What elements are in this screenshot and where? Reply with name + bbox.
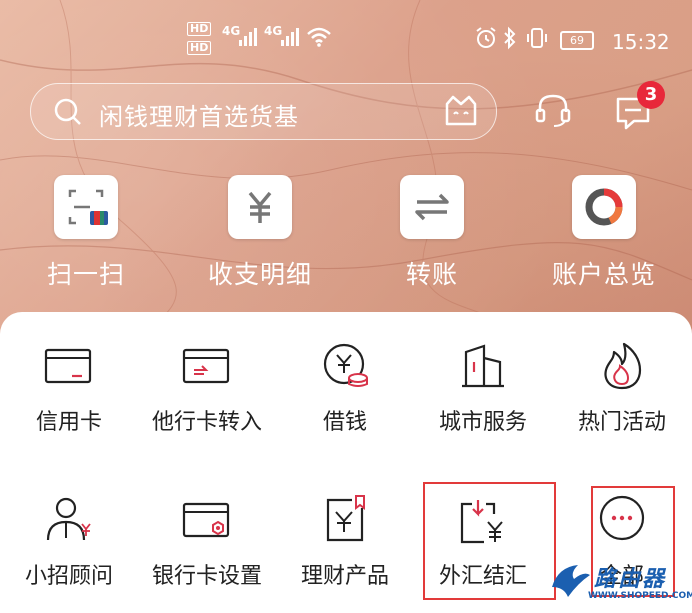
search-bar[interactable]: 闲钱理财首选货基 [30,83,497,140]
scan-label: 扫一扫 [46,260,125,289]
status-bar: HD HD 4G 4G 69 15:32 [0,22,692,62]
customer-service-icon[interactable] [534,92,572,128]
bluetooth-icon [504,26,516,50]
income-expense-button[interactable] [228,175,292,239]
clock: 15:32 [612,30,670,54]
search-placeholder: 闲钱理财首选货基 [99,103,299,131]
account-overview-label: 账户总览 [551,260,656,289]
advisor-icon [46,497,91,541]
grid-label: 银行卡设置 [151,564,262,589]
grid-item-card-settings[interactable]: 银行卡设置 [138,484,276,594]
message-badge: 3 [637,81,665,109]
ring-chart-icon [585,188,623,226]
grid-item-wealth-products[interactable]: 理财产品 [276,484,414,594]
eagle-logo-icon [552,565,590,597]
grid-label: 他行卡转入 [151,410,262,435]
hd-indicator: HD [187,22,212,36]
alarm-icon [476,27,496,48]
wifi-icon [307,27,331,47]
search-icon [54,98,81,125]
card-settings-icon [182,502,230,538]
scan-icon [68,189,108,225]
transfer-label: 转账 [405,260,458,289]
scan-button[interactable] [54,175,118,239]
transfer-button[interactable] [400,175,464,239]
watermark-url: WWW.SHOPEED.COM [588,591,692,601]
grid-item-credit-card[interactable]: 信用卡 [0,330,138,440]
battery-level: 69 [560,31,594,50]
flame-icon [604,342,642,390]
watermark-text: 路由器 [594,567,667,592]
grid-item-hot-activities[interactable]: 热门活动 [552,330,692,440]
grid-item-borrow[interactable]: 借钱 [276,330,414,440]
wealth-product-icon [326,495,365,542]
grid-item-advisor[interactable]: 小招顾问 [0,484,138,594]
city-buildings-icon [462,344,504,388]
highlight-box-forex [423,482,556,600]
signal-icon [239,28,257,46]
watermark: 路由器 WWW.SHOPEED.COM [548,553,692,613]
grid-label: 热门活动 [577,410,666,435]
yen-icon [248,191,272,223]
vibrate-icon [527,28,547,48]
assistant-mascot-icon[interactable] [443,94,479,128]
grid-item-city-service[interactable]: 城市服务 [414,330,552,440]
borrow-money-icon [323,343,368,387]
hd-indicator: HD [187,41,212,55]
signal-icon [281,28,299,46]
income-expense-label: 收支明细 [207,260,312,289]
card-transfer-in-icon [182,348,230,384]
account-overview-button[interactable] [572,175,636,239]
grid-label: 城市服务 [438,410,527,435]
grid-label: 借钱 [322,410,367,435]
transfer-icon [415,193,449,221]
credit-card-icon [44,348,92,384]
grid-label: 理财产品 [300,564,389,589]
grid-item-card-transfer-in[interactable]: 他行卡转入 [138,330,276,440]
